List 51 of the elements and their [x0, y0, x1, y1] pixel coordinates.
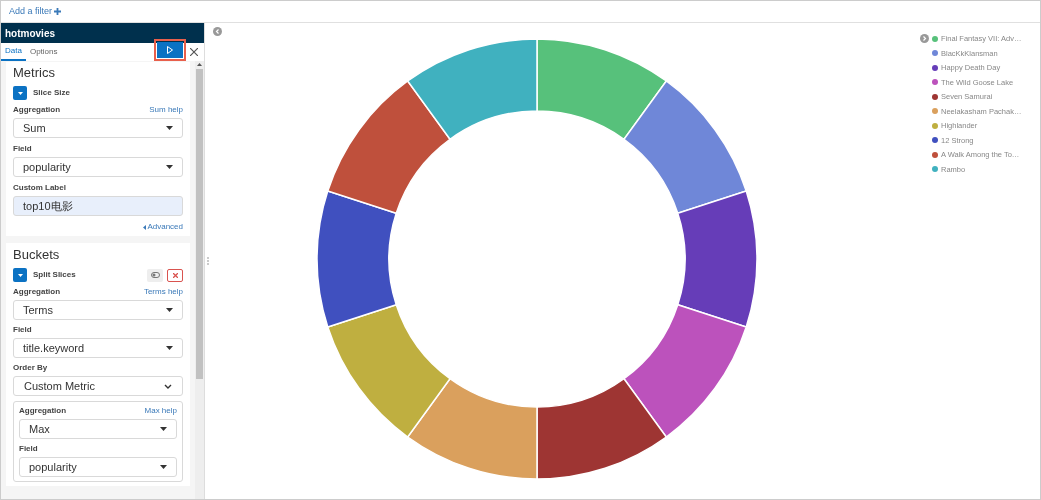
caret-icon [166, 346, 173, 350]
close-icon[interactable] [190, 48, 198, 56]
toggle-icon [150, 272, 160, 278]
section-heading: Buckets [13, 247, 61, 263]
caret-icon [166, 165, 173, 169]
caret-icon [166, 126, 173, 130]
remove-button[interactable] [167, 268, 183, 282]
help-link[interactable]: Terms help [143, 287, 183, 297]
field-label: Aggregation [13, 287, 61, 297]
aggregation-title: Slice Size [33, 87, 70, 99]
field-label: Field [19, 444, 38, 454]
add-filter-link[interactable]: Add a filter [9, 4, 62, 19]
scroll-up-icon [197, 63, 202, 66]
select-field[interactable]: Terms [13, 300, 183, 320]
collapse-legend-icon[interactable] [920, 34, 929, 43]
field-label: Custom Label [13, 183, 66, 193]
panel-header: hotmovies [1, 23, 204, 43]
select-field[interactable]: popularity [13, 157, 183, 177]
field-label: Order By [13, 363, 48, 373]
select-field[interactable]: Sum [13, 118, 183, 138]
caret-icon [160, 427, 167, 431]
field-label: Aggregation [19, 406, 67, 416]
collapse-toggle-button[interactable] [13, 86, 27, 100]
tab[interactable]: Options [25, 43, 62, 61]
drag-handle-icon[interactable] [206, 257, 209, 265]
apply-button[interactable] [157, 42, 183, 58]
caret-icon [166, 308, 173, 312]
caret-icon [17, 273, 23, 277]
input-field[interactable]: top10电影 [13, 196, 183, 216]
aggregation-title: Split Slices [33, 269, 76, 281]
collapse-icon[interactable] [213, 27, 222, 36]
toggle-button[interactable] [147, 268, 163, 282]
select-field[interactable]: popularity [19, 457, 177, 477]
field-label: Aggregation [13, 105, 61, 115]
select-field[interactable]: title.keyword [13, 338, 183, 358]
caret-icon [143, 224, 147, 230]
field-label: Field [13, 144, 32, 154]
advanced-link[interactable]: Advanced [143, 221, 183, 233]
help-link[interactable]: Sum help [149, 105, 183, 115]
caret-icon [160, 465, 167, 469]
select-field[interactable]: Custom Metric [13, 376, 183, 396]
help-link[interactable]: Max help [144, 406, 177, 416]
caret-icon [17, 91, 23, 95]
collapse-toggle-button[interactable] [13, 268, 27, 282]
section-heading: Metrics [13, 65, 56, 81]
plus-icon [54, 8, 62, 15]
close-icon [172, 272, 178, 278]
select-field[interactable]: Max [19, 419, 177, 439]
chevron-down-icon [164, 383, 172, 389]
play-icon [167, 46, 173, 54]
field-label: Field [13, 325, 32, 335]
